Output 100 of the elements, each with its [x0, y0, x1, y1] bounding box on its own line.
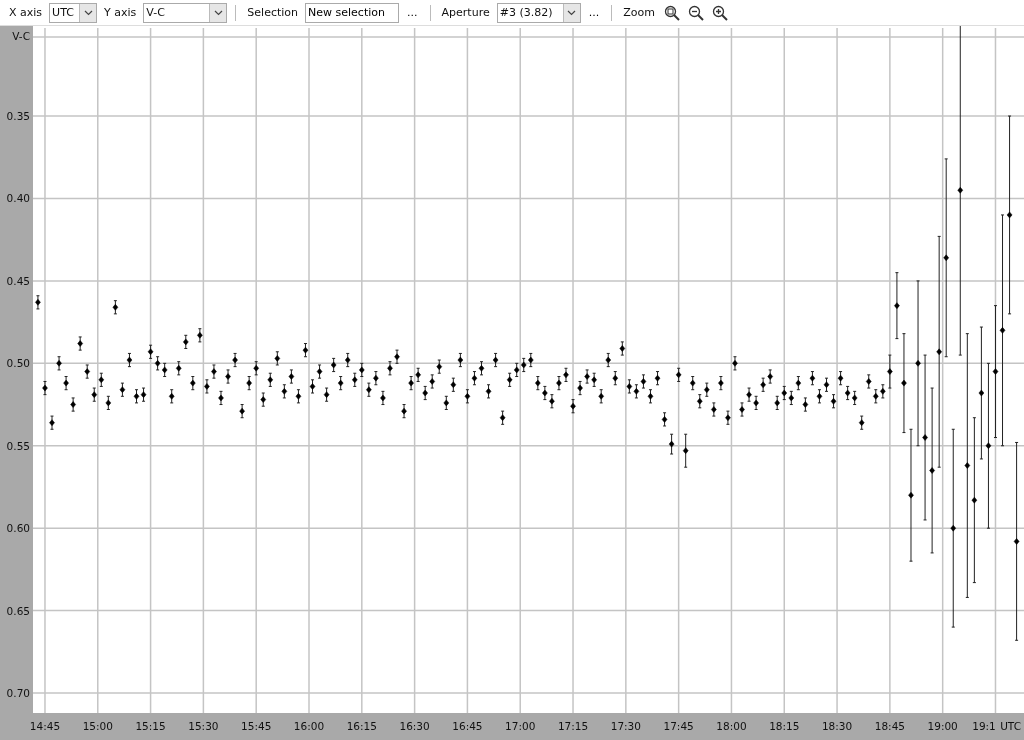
chevron-down-icon — [213, 9, 223, 16]
data-point — [126, 352, 133, 368]
data-point — [570, 399, 576, 414]
data-point — [56, 356, 62, 371]
aperture-label: Aperture — [441, 6, 490, 19]
data-point — [239, 404, 245, 419]
data-point — [598, 389, 604, 404]
x-tick-label: 16:30 — [399, 720, 430, 732]
data-point — [323, 387, 330, 402]
data-point — [464, 389, 471, 404]
x-tick-label: 16:15 — [346, 720, 377, 732]
chevron-down-icon — [567, 9, 577, 16]
x-tick-label: 14:45 — [29, 720, 61, 732]
data-point — [77, 336, 83, 351]
data-point — [42, 380, 48, 396]
data-point — [718, 376, 724, 391]
data-point — [682, 433, 689, 468]
data-point — [457, 352, 464, 368]
data-point — [661, 412, 668, 427]
data-point — [485, 384, 492, 399]
data-point — [809, 371, 816, 386]
data-point — [119, 382, 126, 397]
y-tick-label: 0.65 — [6, 604, 30, 617]
data-point — [690, 376, 696, 391]
x-tick-label: 15:15 — [135, 720, 166, 732]
data-point — [63, 376, 69, 391]
x-tick-label: 16:45 — [452, 720, 483, 732]
data-point — [802, 397, 809, 412]
data-point — [732, 356, 738, 371]
zoom-out-icon[interactable] — [687, 4, 704, 21]
data-point — [619, 341, 626, 356]
data-point — [49, 415, 55, 430]
x-tick-label: 17:30 — [610, 720, 641, 732]
data-point — [337, 376, 344, 391]
y-axis-title: V-C — [12, 30, 30, 42]
data-point — [84, 364, 90, 379]
x-tick-label: 17:45 — [663, 720, 694, 732]
x-tick-label: 19:1 — [972, 720, 996, 732]
data-point — [725, 410, 731, 425]
x-tick-label: 18:00 — [716, 720, 747, 732]
y-tick-label: 0.45 — [6, 274, 30, 287]
data-point — [345, 352, 351, 368]
data-point — [858, 415, 865, 430]
data-point — [197, 328, 203, 343]
data-point — [260, 392, 266, 407]
data-point — [380, 390, 386, 406]
selection-field[interactable]: New selection — [305, 2, 400, 23]
data-point — [450, 377, 457, 392]
data-point — [330, 357, 337, 373]
data-point — [183, 334, 189, 349]
x-tick-label: 17:15 — [557, 720, 589, 732]
data-point — [302, 343, 309, 358]
y-axis-dropdown[interactable]: V-C — [143, 2, 228, 23]
more-button[interactable]: ... — [403, 6, 422, 19]
x-tick-label: 15:30 — [188, 720, 219, 732]
x-tick-label: 15:45 — [241, 720, 272, 732]
aperture-dropdown[interactable]: #3 (3.82) — [496, 2, 581, 23]
y-tick-label: 0.70 — [6, 687, 30, 700]
data-point — [295, 389, 302, 404]
chevron-down-icon — [83, 9, 93, 16]
data-point — [218, 390, 224, 406]
x-axis-dropdown[interactable]: UTC — [49, 2, 98, 23]
y-tick-label: 0.60 — [6, 522, 30, 535]
data-point — [668, 433, 675, 455]
zoom-label: Zoom — [623, 6, 655, 19]
x-tick-label: 18:30 — [821, 720, 853, 732]
y-tick-label: 0.35 — [6, 110, 30, 123]
data-point — [499, 410, 506, 425]
data-point — [711, 402, 717, 417]
zoom-fit-icon[interactable] — [663, 4, 680, 21]
y-axis-label: Y axis — [104, 6, 137, 19]
data-point — [267, 372, 274, 387]
y-tick-label: 0.40 — [6, 192, 30, 205]
x-tick-label: 17:00 — [505, 720, 536, 732]
data-point — [176, 361, 182, 376]
data-point — [675, 367, 682, 382]
data-point — [654, 371, 661, 386]
data-point — [830, 394, 837, 409]
data-point — [274, 351, 281, 366]
more-button[interactable]: ... — [584, 6, 604, 19]
data-point — [492, 352, 499, 368]
data-point — [190, 376, 196, 391]
data-point — [168, 389, 175, 404]
x-tick-label: 18:45 — [874, 720, 905, 732]
selection-label: Selection — [247, 6, 299, 19]
zoom-in-icon[interactable] — [711, 4, 728, 21]
data-point — [35, 295, 41, 310]
y-tick-label: 0.55 — [6, 439, 30, 452]
x-axis-title: UTC — [1000, 720, 1021, 732]
data-point — [612, 371, 619, 386]
y-tick-label: 0.50 — [6, 357, 30, 370]
x-tick-label: 19:00 — [927, 720, 958, 732]
data-point — [112, 300, 119, 315]
data-point — [605, 352, 611, 368]
data-point — [70, 397, 76, 412]
x-axis-label: X axis — [9, 6, 43, 19]
data-point — [443, 395, 450, 410]
x-tick-label: 16:00 — [293, 720, 325, 732]
data-point — [105, 395, 112, 410]
data-point — [401, 404, 407, 419]
